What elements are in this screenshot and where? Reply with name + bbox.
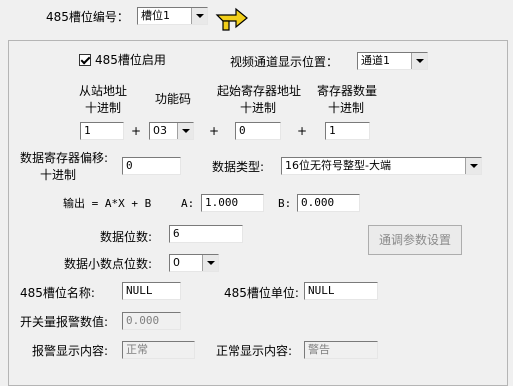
slave-addr-input[interactable]: 1 xyxy=(80,122,124,140)
function-code-select[interactable]: 03 xyxy=(149,122,194,140)
a-label: A: xyxy=(181,197,195,210)
decimals-select[interactable]: 0 xyxy=(169,254,219,272)
video-channel-select[interactable]: 通道1 xyxy=(357,52,428,70)
data-type-select[interactable]: 16位无符号整型-大端 xyxy=(281,157,482,175)
hand-pointer-icon[interactable] xyxy=(214,3,250,33)
slave-addr-sublabel: 十进制 xyxy=(85,101,122,115)
a-coefficient-input[interactable]: 1.000 xyxy=(201,194,264,212)
alarm-display-label: 报警显示内容: xyxy=(32,344,109,358)
slot-name-label: 485槽位名称: xyxy=(20,286,95,300)
data-type-value: 16位无符号整型-大端 xyxy=(285,159,391,172)
b-label: B: xyxy=(278,197,292,210)
plus-sign: + xyxy=(209,124,220,138)
start-reg-sublabel: 十进制 xyxy=(240,101,277,115)
reg-count-input[interactable]: 1 xyxy=(325,122,370,140)
function-code-value: 03 xyxy=(153,124,167,137)
slot-unit-label: 485槽位单位: xyxy=(224,286,299,300)
slot-number-label: 485槽位编号： xyxy=(46,10,129,24)
enable-checkbox[interactable] xyxy=(79,54,91,66)
slot-name-input[interactable]: NULL xyxy=(122,282,181,300)
alarm-display-input[interactable]: 正常 xyxy=(122,341,195,359)
slot-number-select[interactable]: 槽位1 xyxy=(137,7,208,25)
chevron-down-icon[interactable] xyxy=(191,8,207,24)
digits-label: 数据位数: xyxy=(100,230,153,244)
offset-sublabel: 十进制 xyxy=(40,168,77,182)
b-coefficient-input[interactable]: 0.000 xyxy=(297,194,360,212)
offset-input[interactable]: 0 xyxy=(122,157,181,175)
plus-sign: + xyxy=(131,124,142,138)
offset-label: 数据寄存器偏移: xyxy=(20,151,109,165)
decimals-value: 0 xyxy=(173,256,180,269)
normal-display-input[interactable]: 警告 xyxy=(304,341,378,359)
chevron-down-icon[interactable] xyxy=(465,158,481,174)
chevron-down-icon[interactable] xyxy=(202,255,218,271)
start-reg-input[interactable]: 0 xyxy=(235,122,281,140)
tune-parameters-button[interactable]: 通调参数设置 xyxy=(368,225,462,255)
data-type-label: 数据类型: xyxy=(212,160,265,174)
function-code-label: 功能码 xyxy=(155,92,192,106)
slot-unit-input[interactable]: NULL xyxy=(304,282,378,300)
enable-label: 485槽位启用 xyxy=(95,53,166,67)
alarm-value-label: 开关量报警数值: xyxy=(20,315,109,329)
chevron-down-icon[interactable] xyxy=(177,123,193,139)
slot-number-value: 槽位1 xyxy=(141,9,170,22)
output-formula: 输出 = A*X + B xyxy=(63,197,152,210)
reg-count-sublabel: 十进制 xyxy=(328,101,365,115)
decimals-label: 数据小数点位数: xyxy=(64,257,153,271)
alarm-value-input[interactable]: 0.000 xyxy=(122,312,181,330)
digits-input[interactable]: 6 xyxy=(169,225,243,243)
reg-count-label: 寄存器数量 xyxy=(317,84,378,98)
video-channel-label: 视频通道显示位置： xyxy=(230,55,339,69)
slave-addr-label: 从站地址 xyxy=(79,84,128,98)
normal-display-label: 正常显示内容: xyxy=(216,344,293,358)
plus-sign: + xyxy=(297,124,308,138)
start-reg-label: 起始寄存器地址 xyxy=(217,84,302,98)
chevron-down-icon[interactable] xyxy=(411,53,427,69)
video-channel-value: 通道1 xyxy=(361,54,390,67)
